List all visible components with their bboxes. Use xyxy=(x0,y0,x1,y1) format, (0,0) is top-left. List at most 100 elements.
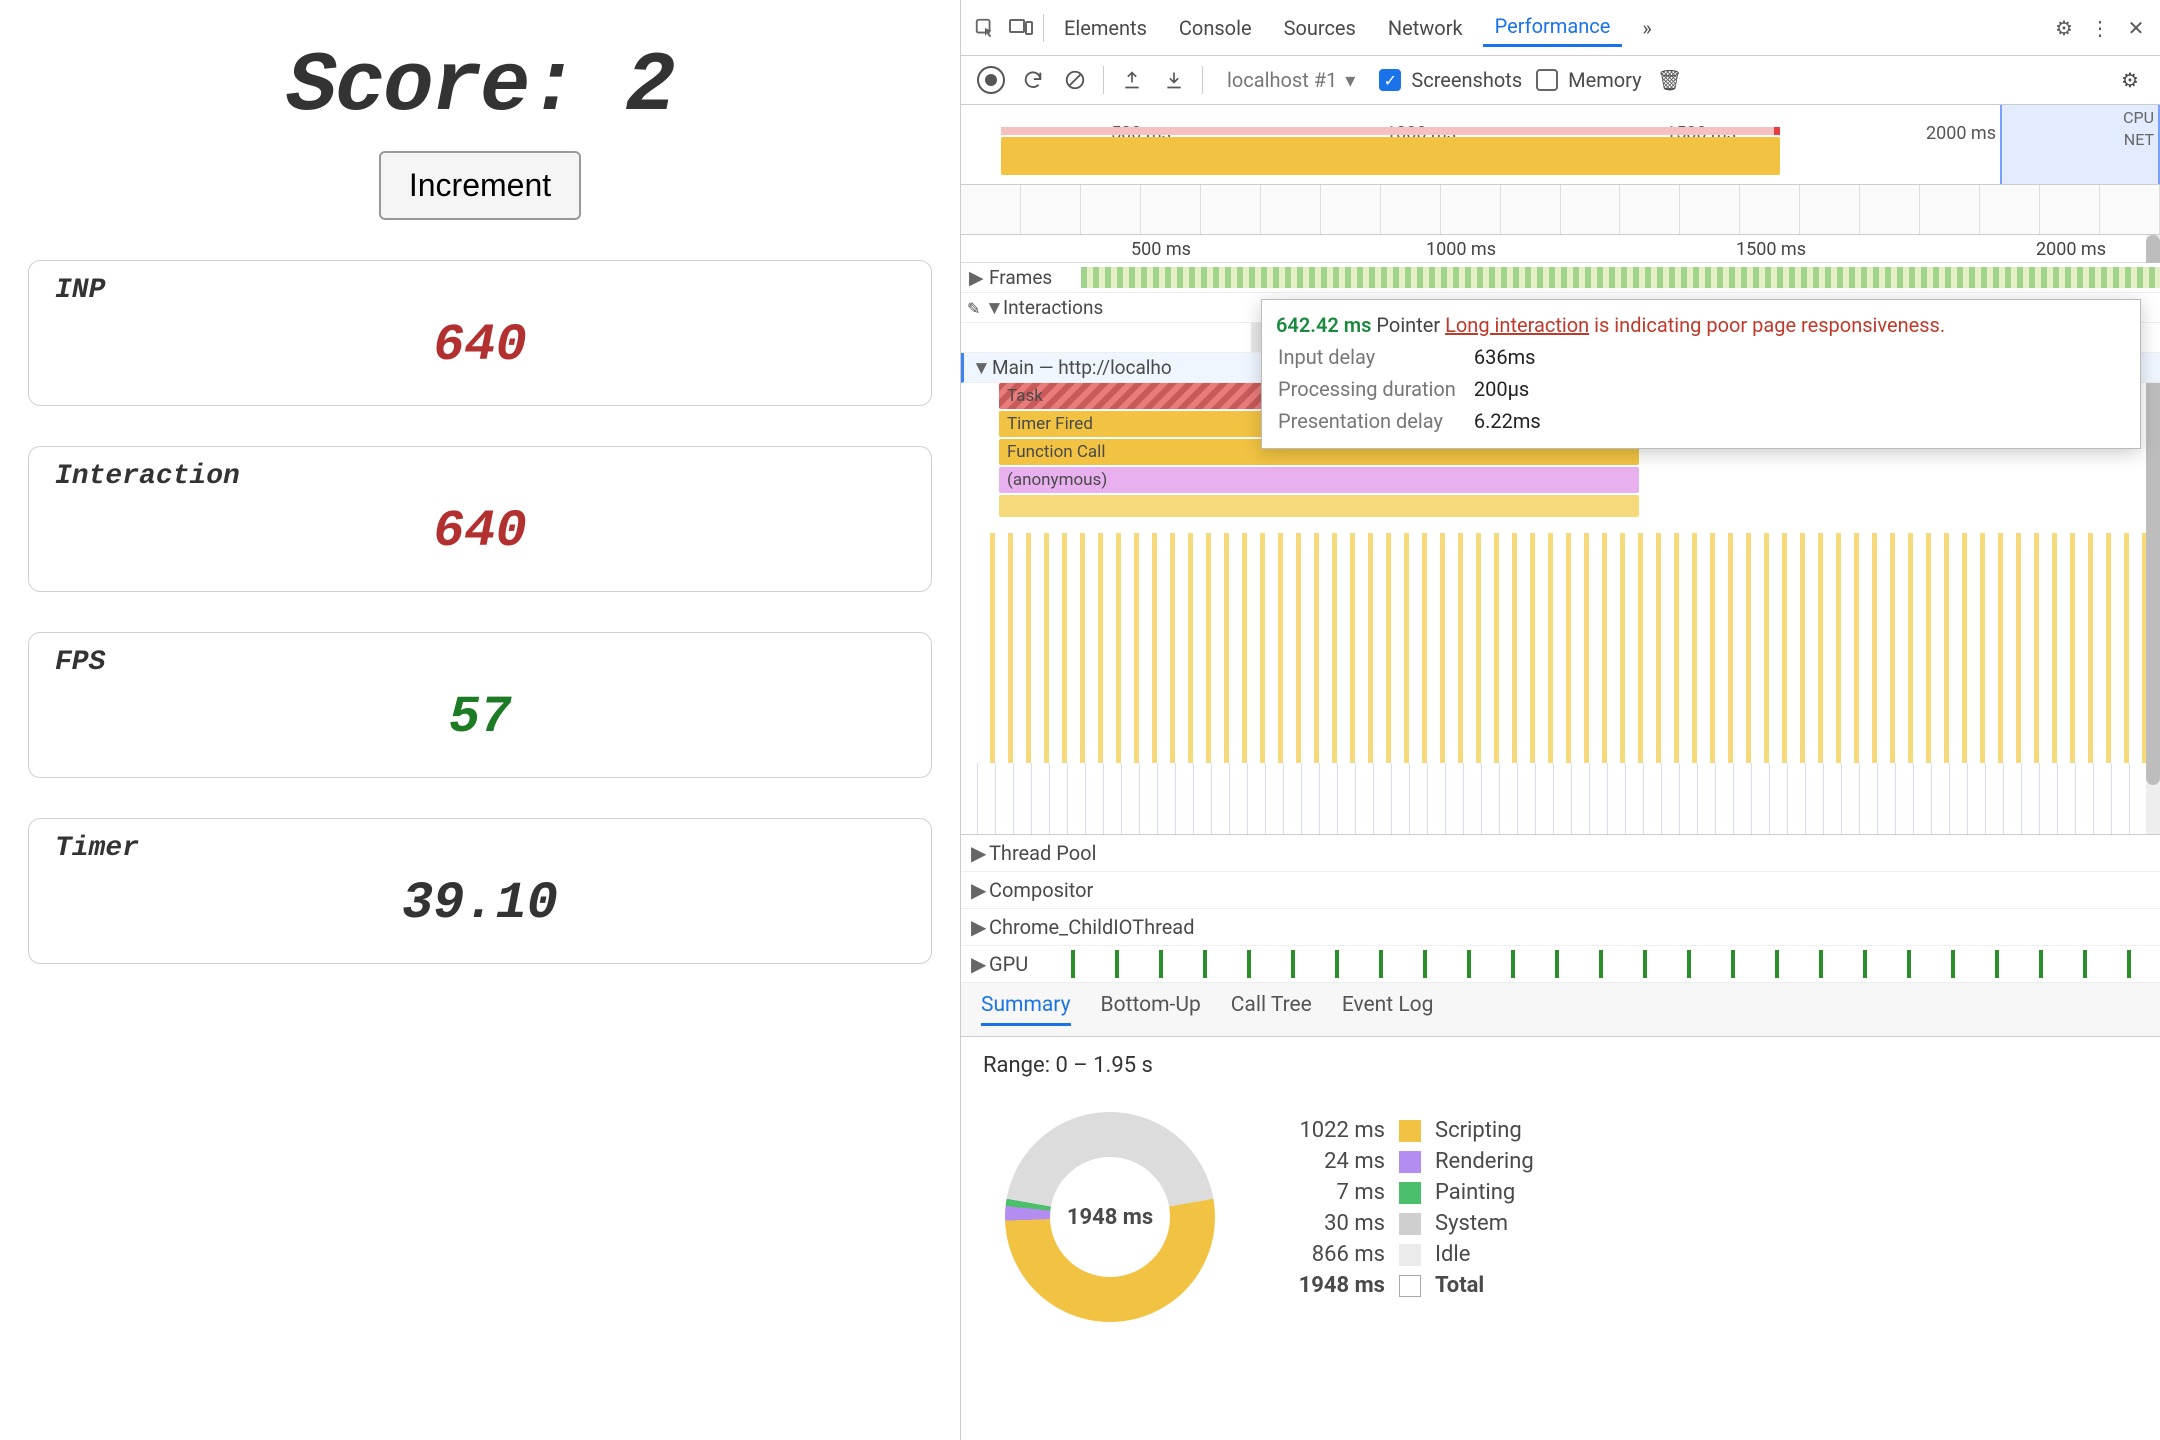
legend-idle: 866 msIdle xyxy=(1275,1242,1534,1267)
summary-legend: 1022 msScripting 24 msRendering 7 msPain… xyxy=(1275,1112,1534,1304)
donut-center: 1948 ms xyxy=(1050,1157,1170,1277)
score-heading: Score: 2 xyxy=(286,40,673,135)
thread-label: GPU xyxy=(989,952,1028,976)
chevron-down-icon: ▾ xyxy=(1345,68,1355,92)
memory-checkbox[interactable]: Memory xyxy=(1536,68,1641,92)
frames-lane[interactable]: ▶ Frames xyxy=(961,263,2160,293)
card-interaction: Interaction 640 xyxy=(28,446,932,592)
gpu-ticks xyxy=(1031,950,2160,978)
thread-pool-row[interactable]: ▶Thread Pool xyxy=(961,835,2160,872)
card-inp: INP 640 xyxy=(28,260,932,406)
tooltip-kind: Pointer xyxy=(1376,313,1440,337)
legend-scripting: 1022 msScripting xyxy=(1275,1118,1534,1143)
tooltip-long-interaction-link[interactable]: Long interaction xyxy=(1445,313,1589,337)
thread-label: Chrome_ChildIOThread xyxy=(989,915,1194,939)
tab-network[interactable]: Network xyxy=(1376,10,1475,46)
card-timer-label: Timer xyxy=(55,833,905,864)
swatch-icon xyxy=(1399,1151,1421,1173)
card-fps: FPS 57 xyxy=(28,632,932,778)
child-io-thread-row[interactable]: ▶Chrome_ChildIOThread xyxy=(961,909,2160,946)
main-thread-label: Main — http://localho xyxy=(992,356,1172,379)
flame-minor-tasks xyxy=(977,533,2160,763)
perf-bottom-tabs: Summary Bottom-Up Call Tree Event Log xyxy=(961,983,2160,1037)
memory-label: Memory xyxy=(1568,68,1641,92)
flame-chart[interactable]: 500 ms 1000 ms 1500 ms 2000 ms ▶ Frames … xyxy=(961,235,2160,835)
download-icon[interactable] xyxy=(1160,66,1188,94)
tl-tick: 1000 ms xyxy=(1426,239,1496,260)
card-inp-value: 640 xyxy=(55,316,905,375)
upload-icon[interactable] xyxy=(1118,66,1146,94)
close-icon[interactable]: ✕ xyxy=(2122,14,2150,42)
legend-total: 1948 msTotal xyxy=(1275,1273,1534,1298)
disclose-icon[interactable]: ▼ xyxy=(985,296,999,320)
tab-elements[interactable]: Elements xyxy=(1052,10,1159,46)
disclose-icon[interactable]: ▶ xyxy=(971,841,986,865)
thread-label: Thread Pool xyxy=(989,841,1096,865)
summary-donut: 1948 ms xyxy=(1005,1112,1215,1322)
kebab-icon[interactable]: ⋮ xyxy=(2086,14,2114,42)
tl-tick: 2000 ms xyxy=(2036,239,2106,260)
tooltip-table: Input delay636ms Processing duration200µ… xyxy=(1276,340,1559,438)
card-timer-value: 39.10 xyxy=(55,874,905,933)
gpu-row[interactable]: ▶GPU xyxy=(961,946,2160,983)
inspect-icon[interactable] xyxy=(971,14,999,42)
perf-overview[interactable]: 500 ms 1000 ms 1500 ms 2000 ms CPU NET xyxy=(961,105,2160,185)
card-inp-label: INP xyxy=(55,275,905,306)
overview-scripting xyxy=(1001,137,1780,175)
legend-painting: 7 msPainting xyxy=(1275,1180,1534,1205)
session-label: localhost #1 xyxy=(1227,68,1337,92)
legend-rendering: 24 msRendering xyxy=(1275,1149,1534,1174)
net-label: NET xyxy=(2123,129,2154,151)
disclose-icon[interactable]: ▶ xyxy=(971,878,986,902)
flame-child[interactable] xyxy=(999,495,1639,517)
card-timer: Timer 39.10 xyxy=(28,818,932,964)
increment-button[interactable]: Increment xyxy=(379,151,581,220)
record-icon[interactable] xyxy=(977,66,1005,94)
tt-row-key: Presentation delay xyxy=(1278,406,1472,436)
overview-right-labels: CPU NET xyxy=(2123,105,2160,151)
settings-gear-icon[interactable]: ⚙ xyxy=(2116,66,2144,94)
legend-system: 30 msSystem xyxy=(1275,1211,1534,1236)
screenshots-label: Screenshots xyxy=(1411,68,1522,92)
interaction-tooltip: 642.42 ms Pointer Long interaction is in… xyxy=(1261,299,2141,449)
btab-summary[interactable]: Summary xyxy=(981,993,1071,1026)
screenshots-checkbox[interactable]: ✓ Screenshots xyxy=(1379,68,1522,92)
gear-icon[interactable]: ⚙ xyxy=(2050,14,2078,42)
card-fps-value: 57 xyxy=(55,688,905,747)
disclose-icon[interactable]: ▶ xyxy=(971,952,986,976)
btab-event-log[interactable]: Event Log xyxy=(1342,993,1434,1026)
flame-anonymous[interactable]: (anonymous) xyxy=(999,467,1639,493)
threads-list: ▶Thread Pool ▶Compositor ▶Chrome_ChildIO… xyxy=(961,835,2160,983)
clear-icon[interactable] xyxy=(1061,66,1089,94)
interactions-label: Interactions xyxy=(1003,296,1103,319)
devtools-panel: Elements Console Sources Network Perform… xyxy=(960,0,2160,1440)
disclose-icon[interactable]: ▼ xyxy=(972,356,986,380)
tabs-overflow[interactable]: » xyxy=(1630,10,1663,46)
swatch-icon xyxy=(1399,1244,1421,1266)
btab-call-tree[interactable]: Call Tree xyxy=(1231,993,1312,1026)
tab-performance[interactable]: Performance xyxy=(1483,8,1623,47)
gc-icon[interactable]: 🗑 xyxy=(1656,66,1684,94)
disclose-icon[interactable]: ▶ xyxy=(971,915,986,939)
overview-long-task-end xyxy=(1774,127,1780,135)
demo-app: Score: 2 Increment INP 640 Interaction 6… xyxy=(0,0,960,1440)
screenshot-filmstrip[interactable] xyxy=(961,185,2160,235)
card-interaction-label: Interaction xyxy=(55,461,905,492)
card-interaction-value: 640 xyxy=(55,502,905,561)
overview-long-task xyxy=(1001,127,1775,135)
frames-strip xyxy=(1081,267,2160,288)
btab-bottom-up[interactable]: Bottom-Up xyxy=(1101,993,1201,1026)
tl-tick: 500 ms xyxy=(1131,239,1191,260)
tt-row-key: Input delay xyxy=(1278,342,1472,372)
tab-console[interactable]: Console xyxy=(1167,10,1264,46)
card-fps-label: FPS xyxy=(55,647,905,678)
tab-sources[interactable]: Sources xyxy=(1272,10,1368,46)
device-icon[interactable] xyxy=(1007,14,1035,42)
disclose-icon[interactable]: ▶ xyxy=(969,266,983,289)
compositor-row[interactable]: ▶Compositor xyxy=(961,872,2160,909)
session-select[interactable]: localhost #1 ▾ xyxy=(1217,64,1365,96)
reload-icon[interactable] xyxy=(1019,66,1047,94)
swatch-icon xyxy=(1399,1275,1421,1297)
thread-label: Compositor xyxy=(989,878,1093,902)
tt-row-key: Processing duration xyxy=(1278,374,1472,404)
